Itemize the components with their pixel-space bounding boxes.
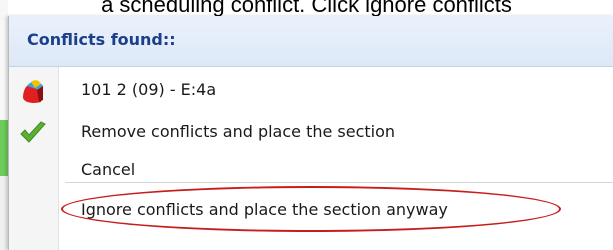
- menu-item-remove-conflicts[interactable]: Remove conflicts and place the section: [9, 112, 613, 154]
- section-color-icon: [17, 76, 49, 106]
- red-highlight-ellipse: [61, 186, 561, 232]
- menu-item-section[interactable]: 101 2 (09) - E:4a: [9, 70, 613, 112]
- menu-separator: [65, 182, 613, 183]
- section-label: 101 2 (09) - E:4a: [81, 80, 217, 99]
- checkmark-icon: [17, 118, 49, 148]
- window-edge-strip: [0, 0, 8, 250]
- menu-header-title: Conflicts found::: [27, 30, 176, 49]
- remove-conflicts-label: Remove conflicts and place the section: [81, 122, 396, 141]
- cancel-label: Cancel: [81, 160, 136, 179]
- conflicts-context-menu: Conflicts found:: 101 2 (09) - E:4a Remo…: [8, 16, 613, 250]
- menu-header: Conflicts found::: [9, 16, 613, 67]
